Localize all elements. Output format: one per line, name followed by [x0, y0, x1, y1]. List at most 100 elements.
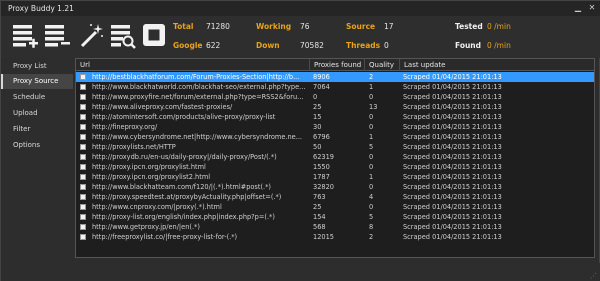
- cell-last-update: Scraped 01/04/2015 21:01:13: [403, 193, 502, 201]
- magic-wand-icon: [80, 24, 103, 48]
- sidebar-item-proxy-list[interactable]: Proxy List: [1, 59, 73, 74]
- column-header-quality[interactable]: Quality: [364, 59, 399, 71]
- table-row[interactable]: http://proxylists.net/HTTP 50 5 Scraped 01/…: [76, 142, 594, 152]
- stat-source: Source 17: [346, 22, 394, 31]
- table-row[interactable]: http://www.aliveproxy.com/fastest-proxie…: [76, 102, 594, 112]
- stat-total: Total 71280: [173, 22, 230, 31]
- table-header: Url Proxies found Quality Last update: [76, 59, 594, 71]
- cell-proxies-found: 154: [313, 213, 326, 221]
- cell-last-update: Scraped 01/04/2015 21:01:13: [403, 183, 502, 191]
- stat-threads: Threads 0: [346, 41, 389, 50]
- stat-down: Down 70582: [256, 41, 324, 50]
- stop-button[interactable]: [140, 21, 168, 49]
- cell-quality: 0: [369, 123, 374, 131]
- remove-list-button[interactable]: [43, 21, 71, 49]
- minimize-button[interactable]: ▁: [573, 3, 583, 13]
- cell-url: http://proxy-list.org/english/index.php|…: [92, 213, 275, 221]
- table-row[interactable]: http://fineproxy.org/30 0 Scraped 01/04/20…: [76, 122, 594, 132]
- cell-quality: 1: [369, 83, 374, 91]
- table-row[interactable]: http://proxy.speedtest.at/proxybyActuali…: [76, 192, 594, 202]
- table-row[interactable]: http://atomintersoft.com/products/alive-…: [76, 112, 594, 122]
- add-list-button[interactable]: [11, 21, 39, 49]
- cell-last-update: Scraped 01/04/2015 21:01:13: [403, 203, 502, 211]
- row-checkbox[interactable]: [80, 194, 86, 200]
- table-row[interactable]: http://www.cybersyndrome.net|http://www.…: [76, 132, 594, 142]
- magic-wand-button[interactable]: [77, 21, 105, 49]
- table-row[interactable]: http://proxy-list.org/english/index.php|…: [76, 212, 594, 222]
- row-checkbox[interactable]: [80, 184, 86, 190]
- table-row[interactable]: http://www.proxyfire.net/forum/external.…: [76, 92, 594, 102]
- cell-last-update: Scraped 01/04/2015 21:01:13: [403, 143, 502, 151]
- table-row[interactable]: http://proxy.ipcn.org/proxylist2.html 178…: [76, 172, 594, 182]
- resize-grip-icon[interactable]: ⋰: [590, 272, 598, 280]
- search-list-button[interactable]: [109, 21, 137, 49]
- cell-url: http://proxylists.net/HTTP: [92, 143, 176, 151]
- sidebar-item-schedule[interactable]: Schedule: [1, 90, 73, 105]
- row-checkbox[interactable]: [80, 74, 86, 80]
- row-checkbox[interactable]: [80, 154, 86, 160]
- table-row[interactable]: http://www.blackhatteam.com/f120/|(.*).h…: [76, 182, 594, 192]
- proxy-source-table: Url Proxies found Quality Last update ht…: [75, 58, 595, 258]
- window-title: Proxy Buddy 1.21: [8, 4, 74, 13]
- cell-quality: 13: [369, 103, 378, 111]
- sidebar-item-proxy-source[interactable]: Proxy Source: [1, 74, 73, 89]
- cell-last-update: Scraped 01/04/2015 21:01:13: [403, 93, 502, 101]
- row-checkbox[interactable]: [80, 164, 86, 170]
- table-row[interactable]: http://proxydb.ru/en-us/daily-proxy|/dai…: [76, 152, 594, 162]
- row-checkbox[interactable]: [80, 214, 86, 220]
- cell-quality: 0: [369, 163, 374, 171]
- table-row[interactable]: http://bestblackhatforum.com/Forum-Proxi…: [76, 72, 594, 82]
- row-checkbox[interactable]: [80, 224, 86, 230]
- table-row[interactable]: http://freeproxylist.co/|free-proxy-list…: [76, 232, 594, 242]
- row-checkbox[interactable]: [80, 134, 86, 140]
- table-row[interactable]: http://www.getproxy.jp/en/|en(.*) 568 8 Scr…: [76, 222, 594, 232]
- column-header-last-update[interactable]: Last update: [399, 59, 594, 71]
- row-checkbox[interactable]: [80, 104, 86, 110]
- cell-quality: 2: [369, 233, 374, 241]
- cell-proxies-found: 1787: [313, 173, 330, 181]
- row-checkbox[interactable]: [80, 204, 86, 210]
- cell-proxies-found: 7064: [313, 83, 330, 91]
- row-checkbox[interactable]: [80, 234, 86, 240]
- cell-last-update: Scraped 01/04/2015 21:01:13: [403, 213, 502, 221]
- cell-quality: 1: [369, 133, 374, 141]
- table-row[interactable]: http://www.cnproxy.com/|proxy(.*).html 25…: [76, 202, 594, 212]
- title-bar[interactable]: Proxy Buddy 1.21 ▁ ✕: [1, 1, 600, 16]
- column-header-url[interactable]: Url: [76, 59, 309, 71]
- table-body: http://bestblackhatforum.com/Forum-Proxi…: [76, 72, 594, 242]
- stat-found: Found 0 /min: [455, 41, 511, 50]
- list-remove-icon: [45, 25, 70, 47]
- row-checkbox[interactable]: [80, 84, 86, 90]
- row-checkbox[interactable]: [80, 114, 86, 120]
- window-controls: ▁ ✕: [573, 3, 597, 13]
- stats-panel: Total 71280 Google 622 Working 76 Down 7…: [173, 20, 598, 54]
- sidebar-item-options[interactable]: Options: [1, 138, 73, 153]
- row-checkbox[interactable]: [80, 144, 86, 150]
- cell-url: http://www.cybersyndrome.net|http://www.…: [92, 133, 303, 141]
- cell-proxies-found: 12015: [313, 233, 334, 241]
- row-checkbox[interactable]: [80, 174, 86, 180]
- cell-quality: 1: [369, 173, 374, 181]
- row-checkbox[interactable]: [80, 124, 86, 130]
- cell-url: http://www.cnproxy.com/|proxy(.*).html: [92, 203, 222, 211]
- cell-last-update: Scraped 01/04/2015 21:01:13: [403, 153, 502, 161]
- cell-quality: 0: [369, 153, 374, 161]
- row-checkbox[interactable]: [80, 94, 86, 100]
- close-button[interactable]: ✕: [587, 3, 597, 13]
- cell-url: http://atomintersoft.com/products/alive-…: [92, 113, 276, 121]
- cell-proxies-found: 0: [313, 93, 318, 101]
- sidebar-item-upload[interactable]: Upload: [1, 106, 73, 121]
- stop-icon: [143, 24, 165, 46]
- cell-last-update: Scraped 01/04/2015 21:01:13: [403, 113, 502, 121]
- sidebar: Proxy List Proxy Source Schedule Upload …: [1, 58, 73, 258]
- stat-tested: Tested 0 /min: [455, 22, 511, 31]
- cell-last-update: Scraped 01/04/2015 21:01:13: [403, 233, 502, 241]
- column-header-proxies-found[interactable]: Proxies found: [309, 59, 364, 71]
- stat-google: Google 622: [173, 41, 221, 50]
- list-add-icon: [13, 25, 38, 48]
- cell-proxies-found: 8906: [313, 73, 330, 81]
- table-row[interactable]: http://www.blackhatworld.com/blackhat-se…: [76, 82, 594, 92]
- cell-proxies-found: 6796: [313, 133, 330, 141]
- sidebar-item-filter[interactable]: Filter: [1, 122, 73, 137]
- table-row[interactable]: http://proxy.ipcn.org/proxylist.html 1550…: [76, 162, 594, 172]
